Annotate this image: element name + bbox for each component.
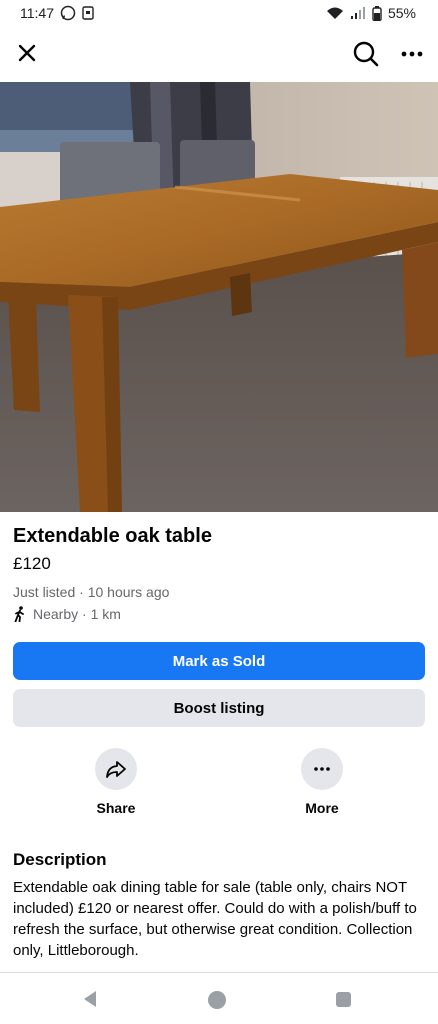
notification-icon	[82, 6, 94, 20]
close-icon	[18, 44, 36, 62]
back-icon	[84, 991, 96, 1007]
battery-level: 55%	[387, 5, 416, 21]
back-button[interactable]	[82, 990, 98, 1013]
more-action[interactable]: More	[282, 748, 362, 816]
listing-time: Just listed · 10 hours ago	[13, 584, 170, 600]
home-icon[interactable]	[208, 991, 226, 1009]
listing-photo[interactable]	[0, 82, 438, 512]
boost-listing-button[interactable]: Boost listing	[13, 689, 425, 727]
close-button[interactable]	[10, 36, 44, 70]
system-nav-bar	[0, 980, 438, 1024]
whatsapp-icon	[60, 5, 76, 21]
location-text: Nearby · 1 km	[33, 606, 121, 622]
more-button[interactable]	[301, 748, 343, 790]
share-action[interactable]: Share	[76, 748, 156, 816]
divider	[0, 972, 438, 973]
mark-as-sold-button[interactable]: Mark as Sold	[13, 642, 425, 680]
description-heading: Description	[13, 850, 107, 869]
battery-icon	[372, 5, 382, 21]
status-left: 11:47	[20, 5, 94, 21]
status-right: 55%	[326, 5, 416, 21]
search-icon	[353, 41, 379, 67]
listing-title: Extendable oak table	[13, 525, 212, 547]
listing-location: Nearby · 1 km	[13, 606, 121, 622]
walking-icon	[14, 606, 24, 622]
wifi-icon	[326, 6, 344, 20]
oak-table-image	[0, 82, 438, 512]
signal-icon	[350, 6, 366, 20]
listing-price: £120	[13, 554, 51, 573]
recents-icon[interactable]	[336, 992, 351, 1007]
description-body: Extendable oak dining table for sale (ta…	[13, 879, 417, 959]
status-time: 11:47	[20, 5, 54, 21]
status-bar: 11:47 55%	[0, 0, 438, 26]
more-label: More	[305, 800, 339, 816]
share-label: Share	[96, 800, 136, 816]
search-button[interactable]	[348, 36, 384, 72]
share-button[interactable]	[95, 748, 137, 790]
app-bar	[0, 30, 438, 78]
more-options-button[interactable]	[396, 38, 428, 70]
more-dots-icon	[314, 767, 330, 771]
share-icon	[106, 761, 126, 778]
more-icon	[401, 51, 423, 57]
